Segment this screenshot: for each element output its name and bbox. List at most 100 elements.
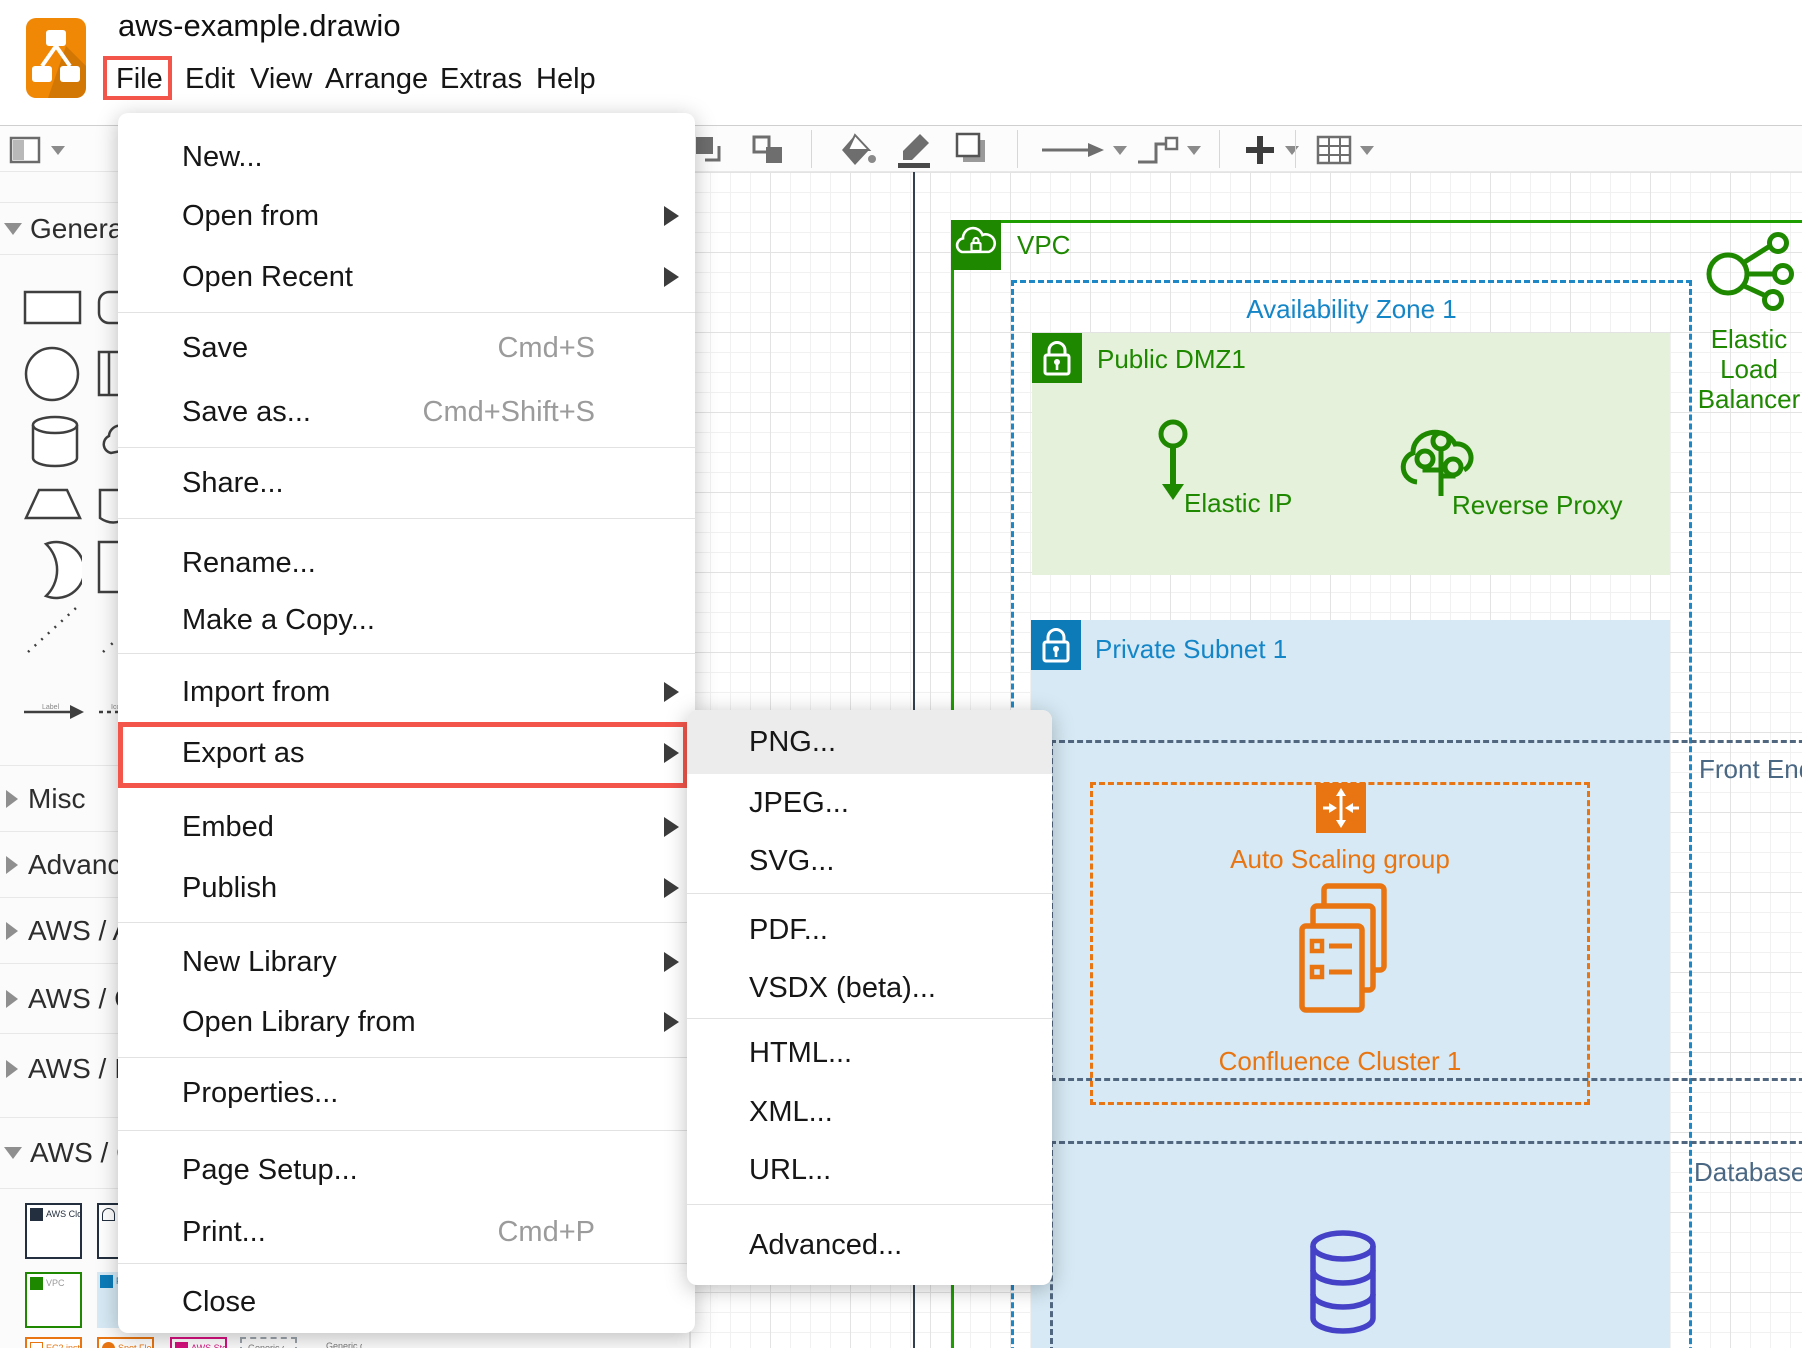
toolbar-divider (1017, 130, 1018, 168)
app-header: aws-example.drawio File Edit View Arrang… (0, 0, 1802, 125)
submenu-arrow-icon (664, 878, 679, 898)
shape-labeled-arrow[interactable]: Label (22, 700, 86, 724)
menu-item-save[interactable]: SaveCmd+S (118, 318, 695, 378)
palette-item-vpc[interactable]: VPC (25, 1272, 82, 1328)
connection-style-button[interactable] (1040, 132, 1127, 168)
menu-item-properties[interactable]: Properties... (118, 1063, 695, 1123)
menu-item-open-from[interactable]: Open from (118, 186, 695, 246)
shape-trapezoid[interactable] (23, 487, 83, 521)
public-dmz-label: Public DMZ1 (1097, 344, 1246, 375)
menu-item-page-setup[interactable]: Page Setup... (118, 1140, 695, 1200)
shape-rectangle[interactable] (23, 290, 83, 326)
line-color-button[interactable] (890, 132, 938, 168)
export-as-submenu: PNG... JPEG... SVG... PDF... VSDX (beta)… (687, 710, 1052, 1285)
fill-color-icon (838, 132, 878, 168)
palette-item-ec2-instance[interactable]: EC2 instance (25, 1337, 82, 1348)
palette-item-aws-step[interactable]: AWS Step (170, 1337, 227, 1348)
submenu-item-url[interactable]: URL... (687, 1141, 1052, 1199)
reverse-proxy-label: Reverse Proxy (1452, 490, 1623, 521)
palette-item-aws-cloud[interactable]: AWS Cloud (25, 1203, 82, 1259)
waypoints-button[interactable] (1134, 132, 1201, 168)
elastic-load-balancer-icon[interactable] (1705, 232, 1800, 320)
menu-item-embed[interactable]: Embed (118, 797, 695, 857)
chevron-right-icon (6, 856, 18, 874)
auto-scaling-icon[interactable] (1316, 783, 1366, 833)
chevron-right-icon (6, 1060, 18, 1078)
menu-item-save-as[interactable]: Save as...Cmd+Shift+S (118, 382, 695, 442)
menu-item-new[interactable]: New... (118, 127, 695, 187)
menu-item-share[interactable]: Share... (118, 453, 695, 513)
confluence-cluster-icon[interactable] (1297, 883, 1389, 1013)
menubar-extras[interactable]: Extras (440, 58, 522, 100)
menubar-help[interactable]: Help (536, 58, 596, 100)
submenu-item-html[interactable]: HTML... (687, 1024, 1052, 1082)
menu-item-open-library-from[interactable]: Open Library from (118, 992, 695, 1052)
databases-group-box[interactable] (1050, 1141, 1802, 1348)
reverse-proxy-icon[interactable] (1395, 410, 1495, 500)
submenu-item-png[interactable]: PNG... (687, 710, 1052, 774)
insert-button[interactable] (1242, 132, 1299, 168)
confluence-cluster-label: Confluence Cluster 1 (1090, 1046, 1590, 1077)
palette-item-generic-group-dashed[interactable]: Generic group (240, 1337, 297, 1348)
shape-crescent[interactable] (30, 540, 82, 600)
shape-cylinder[interactable] (30, 413, 80, 469)
menu-item-import-from[interactable]: Import from (118, 662, 695, 722)
table-icon (1315, 134, 1353, 166)
submenu-item-svg[interactable]: SVG... (687, 832, 1052, 890)
submenu-arrow-icon (664, 743, 679, 763)
elastic-ip-label: Elastic IP (1184, 488, 1292, 519)
submenu-item-vsdx[interactable]: VSDX (beta)... (687, 959, 1052, 1017)
shadow-button[interactable] (952, 132, 994, 168)
menu-item-open-recent[interactable]: Open Recent (118, 247, 695, 307)
menu-divider (118, 518, 695, 519)
palette-item-spot-fleet[interactable]: Spot Fleet (97, 1337, 154, 1348)
document-title[interactable]: aws-example.drawio (118, 8, 401, 44)
private-subnet-lock-icon[interactable] (1031, 620, 1081, 670)
menu-item-close[interactable]: Close (118, 1272, 695, 1332)
menubar-file[interactable]: File (116, 58, 163, 100)
menu-item-new-library[interactable]: New Library (118, 932, 695, 992)
submenu-arrow-icon (664, 817, 679, 837)
menu-item-print[interactable]: Print...Cmd+P (118, 1202, 695, 1262)
dropdown-caret-icon (1285, 146, 1299, 155)
menu-item-publish[interactable]: Publish (118, 858, 695, 918)
chevron-right-icon (6, 922, 18, 940)
submenu-item-jpeg[interactable]: JPEG... (687, 774, 1052, 832)
menu-item-export-as[interactable]: Export as (118, 723, 695, 783)
menubar-arrange[interactable]: Arrange (325, 58, 428, 100)
file-menu: New... Open from Open Recent SaveCmd+S S… (118, 113, 695, 1333)
shape-dotted-line[interactable] (22, 602, 82, 658)
plus-icon (1242, 132, 1278, 168)
vpc-icon[interactable] (951, 220, 1001, 270)
menu-item-rename[interactable]: Rename... (118, 533, 695, 593)
shortcut-label: Cmd+S (497, 332, 595, 365)
to-front-button[interactable] (692, 132, 726, 168)
fill-color-button[interactable] (838, 132, 878, 168)
shape-ellipse[interactable] (23, 345, 81, 403)
menu-divider (118, 653, 695, 654)
vpc-label: VPC (1017, 230, 1070, 261)
drawio-logo (26, 18, 86, 98)
to-back-button[interactable] (750, 132, 790, 168)
submenu-arrow-icon (664, 267, 679, 287)
menu-divider (118, 1263, 695, 1264)
shadow-icon (952, 131, 994, 169)
submenu-item-xml[interactable]: XML... (687, 1083, 1052, 1141)
auto-scaling-label: Auto Scaling group (1090, 844, 1590, 875)
menubar-edit[interactable]: Edit (185, 58, 235, 100)
availability-zone-label: Availability Zone 1 (1011, 294, 1692, 325)
submenu-item-pdf[interactable]: PDF... (687, 901, 1052, 959)
arrow-label-text: Label (42, 704, 60, 711)
menu-item-make-a-copy[interactable]: Make a Copy... (118, 590, 695, 650)
view-panels-button[interactable] (8, 132, 65, 168)
palette-item-generic-group[interactable]: Generic group (320, 1337, 377, 1348)
table-button[interactable] (1315, 132, 1374, 168)
submenu-item-advanced[interactable]: Advanced... (687, 1216, 1052, 1274)
dropdown-caret-icon (1360, 146, 1374, 155)
public-dmz-lock-icon[interactable] (1032, 333, 1082, 383)
subnet-lock-thumb-icon (100, 1275, 113, 1288)
shortcut-label: Cmd+Shift+S (423, 396, 595, 429)
database-icon[interactable] (1308, 1230, 1378, 1334)
private-subnet-label: Private Subnet 1 (1095, 634, 1287, 665)
menubar-view[interactable]: View (250, 58, 312, 100)
